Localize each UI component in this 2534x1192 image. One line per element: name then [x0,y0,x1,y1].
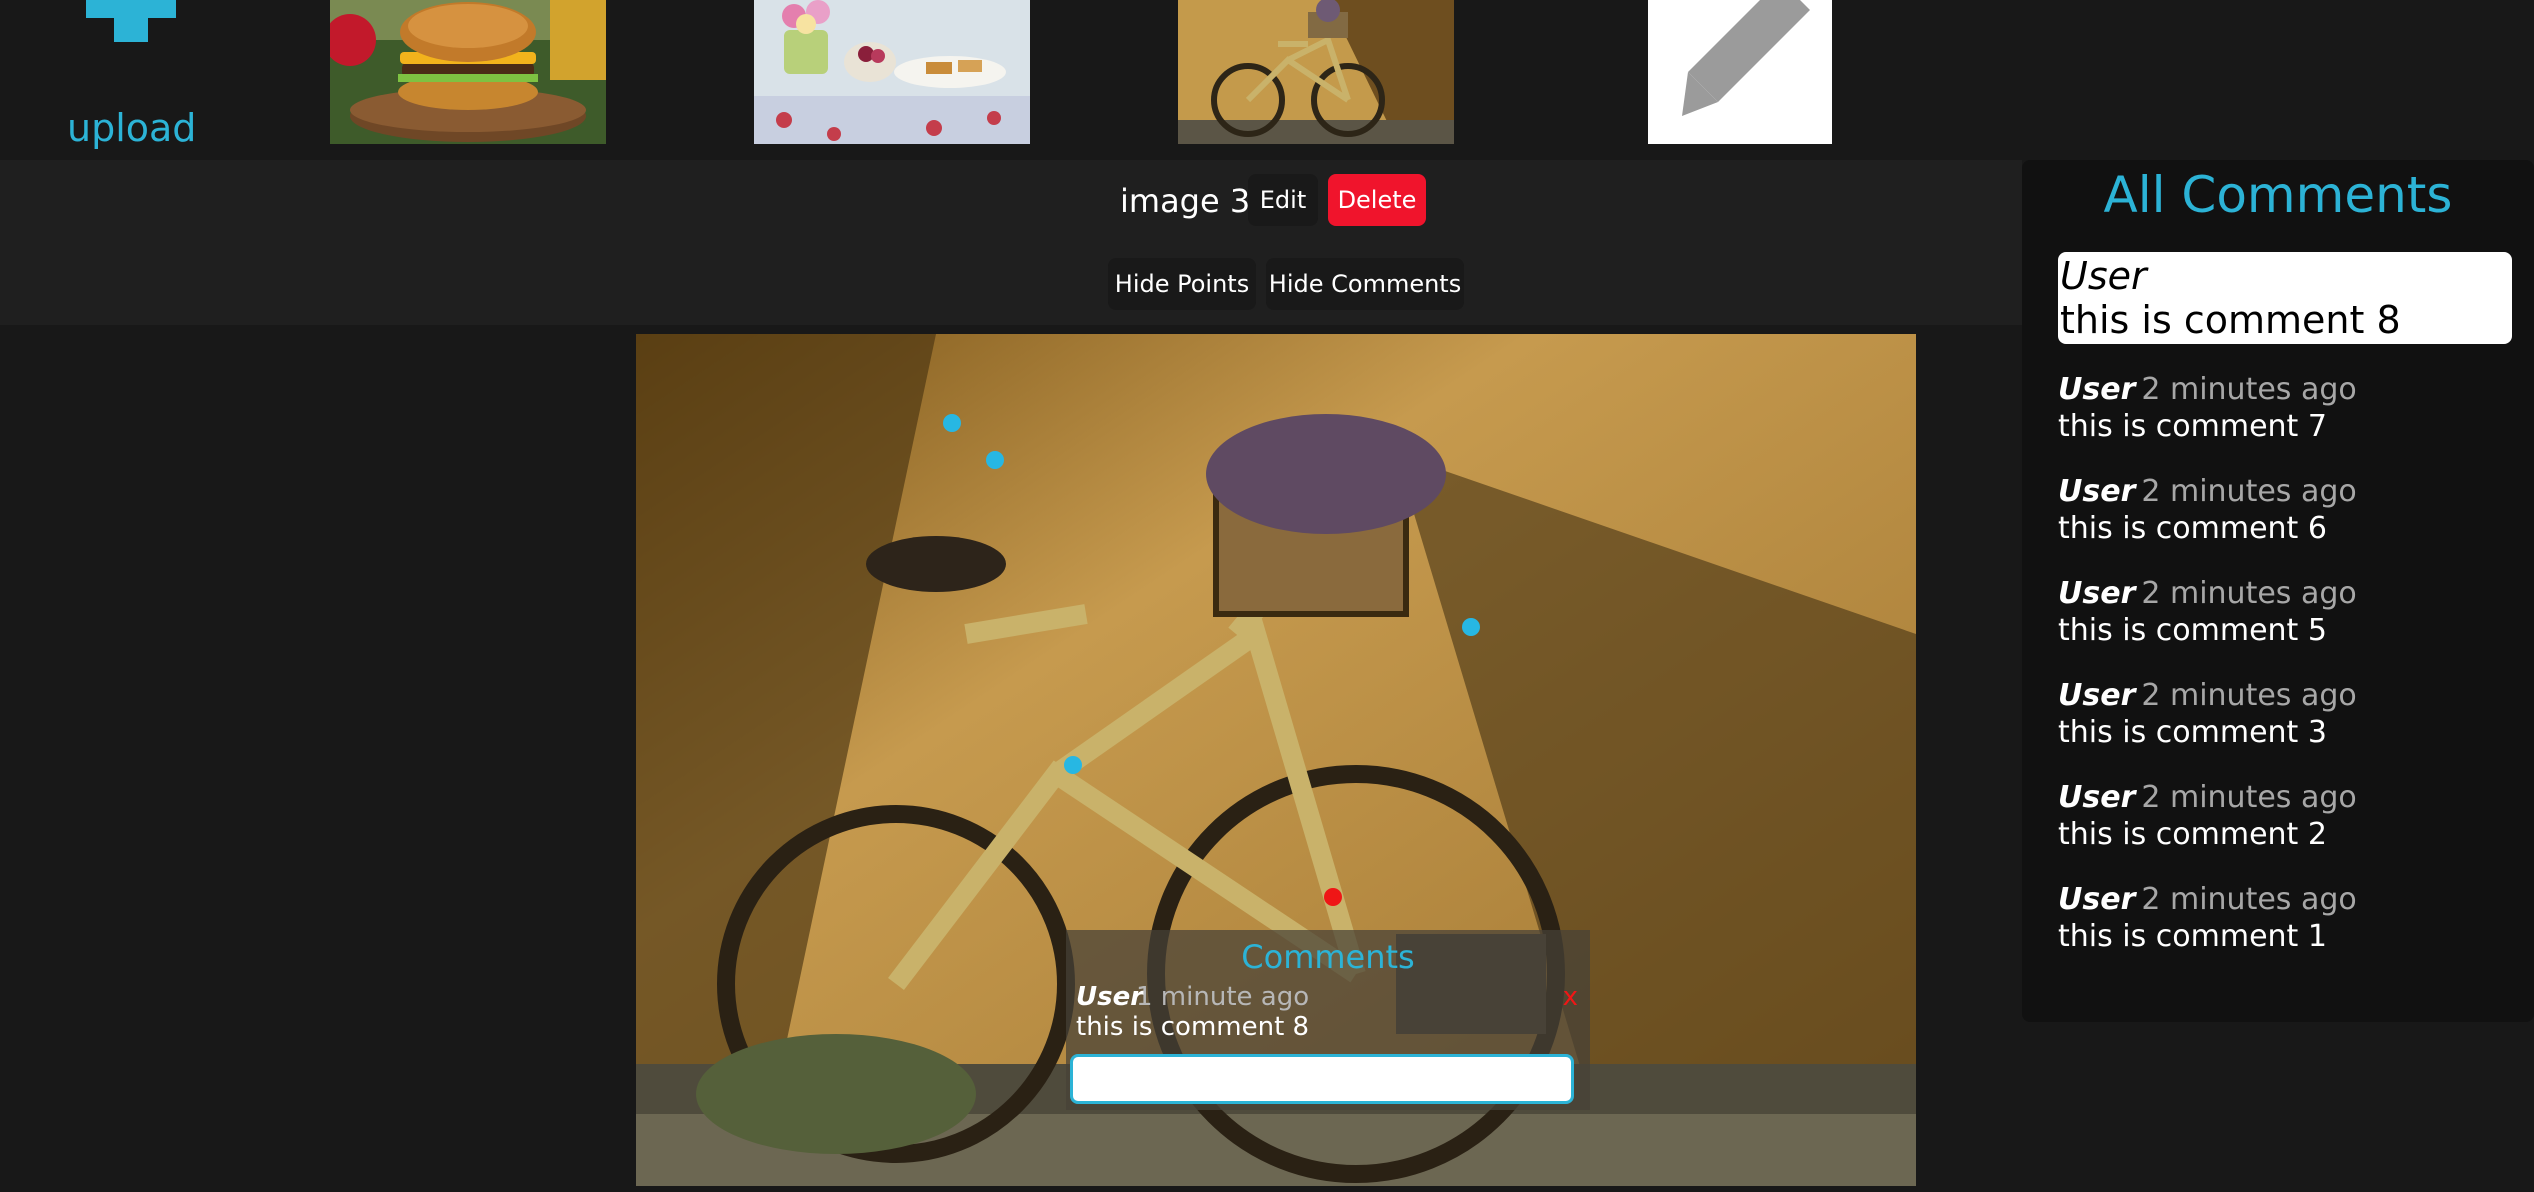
image-toolbar: image 3 Edit Delete Hide Points Hide Com… [0,160,2022,325]
edit-button[interactable]: Edit [1248,174,1318,226]
image-title: image 3 [1120,182,1251,220]
comment-list-item[interactable]: User 2 minutes ago this is comment 7 [2058,372,2512,452]
comment-time: 2 minutes ago [2141,678,2357,713]
all-comments-sidebar: All Comments User this is comment 8 User… [2022,160,2534,1022]
comment-user: User [2058,882,2136,917]
highlighted-comment[interactable]: User this is comment 8 [2058,252,2512,344]
comment-time: 2 minutes ago [2141,882,2357,917]
upload-label: upload [67,106,197,150]
comment-time: 2 minutes ago [2141,576,2357,611]
top-bar: upload [0,0,2534,160]
comment-point[interactable] [1462,618,1480,636]
upload-button[interactable]: upload [40,0,215,160]
comment-user: User [2058,372,2136,407]
comment-text: this is comment 2 [2058,817,2327,852]
comment-time: 2 minutes ago [2141,372,2357,407]
comment-list-item[interactable]: User 2 minutes ago this is comment 6 [2058,474,2512,554]
breakfast-table-thumbnail[interactable] [754,0,1030,144]
comment-time: 2 minutes ago [2141,780,2357,815]
active-comment-point[interactable] [1324,888,1342,906]
comment-time: 1 minute ago [1136,982,1310,1012]
comment-user: User [2058,678,2136,713]
comment-text: this is comment 1 [2058,919,2327,954]
comment-user: User [1076,982,1144,1012]
comment-list-item[interactable]: User 2 minutes ago this is comment 5 [2058,576,2512,656]
hide-comments-button[interactable]: Hide Comments [1266,258,1464,310]
comment-user: User [2058,576,2136,611]
close-icon[interactable]: x [1563,982,1578,1012]
comment-user: User [2058,780,2136,815]
comment-point[interactable] [943,414,961,432]
comment-text: this is comment 8 [2060,298,2401,342]
comment-list-item[interactable]: User 2 minutes ago this is comment 3 [2058,678,2512,758]
delete-button[interactable]: Delete [1328,174,1426,226]
comments-title: Comments [1241,938,1415,976]
comment-text: this is comment 3 [2058,715,2327,750]
comment-popup: Comments User 1 minute ago this is comme… [1066,930,1590,1110]
comment-time: 2 minutes ago [2141,474,2357,509]
pencil-icon [1648,0,1832,144]
comment-point[interactable] [986,451,1004,469]
pencil-edit-thumbnail[interactable] [1648,0,1832,144]
bicycle-thumbnail[interactable] [1178,0,1454,144]
comment-list-item[interactable]: User 2 minutes ago this is comment 1 [2058,882,2512,962]
comment-text: this is comment 5 [2058,613,2327,648]
comment-input[interactable] [1070,1054,1574,1104]
all-comments-title: All Comments [2103,166,2453,224]
comment-list-item[interactable]: User 2 minutes ago this is comment 2 [2058,780,2512,860]
burger-thumbnail[interactable] [330,0,606,144]
comment-user: User [2058,474,2136,509]
comment-text: this is comment 8 [1076,1012,1310,1042]
comment-text: this is comment 6 [2058,511,2327,546]
comment-user: User [2060,254,2147,298]
comment-text: this is comment 7 [2058,409,2327,444]
hide-points-button[interactable]: Hide Points [1108,258,1256,310]
comment-point[interactable] [1064,756,1082,774]
